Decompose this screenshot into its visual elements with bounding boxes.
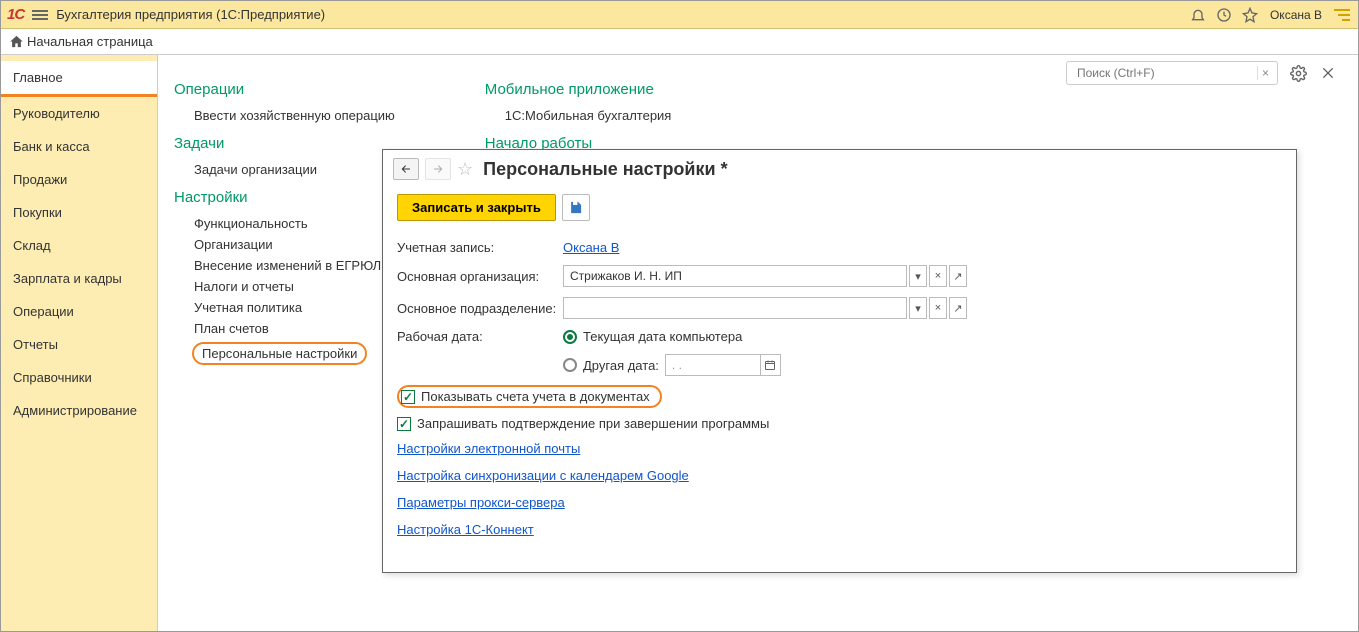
nav-back-button[interactable]: [393, 158, 419, 180]
org-clear-icon[interactable]: ×: [929, 265, 947, 287]
label-dept: Основное подразделение:: [397, 301, 563, 316]
sidebar-item-bank[interactable]: Банк и касса: [1, 130, 157, 163]
link-google-sync[interactable]: Настройка синхронизации с календарем Goo…: [397, 462, 1282, 489]
org-dropdown-icon[interactable]: ▾: [909, 265, 927, 287]
collapse-menu-icon[interactable]: [1332, 5, 1352, 25]
dept-dropdown-icon[interactable]: ▾: [909, 297, 927, 319]
personal-settings-dialog: ☆ Персональные настройки * Записать и за…: [382, 149, 1297, 573]
org-actions: ▾ × ↗: [909, 265, 967, 287]
dialog-button-row: Записать и закрыть: [397, 194, 1282, 221]
link-1c-connect[interactable]: Настройка 1С-Коннект: [397, 516, 1282, 543]
dialog-toolbar: ☆ Персональные настройки *: [383, 150, 1296, 184]
dept-open-icon[interactable]: ↗: [949, 297, 967, 319]
search-input[interactable]: [1075, 65, 1257, 81]
radio-other-date[interactable]: [563, 358, 577, 372]
label-show-accounts: Показывать счета учета в документах: [421, 389, 650, 404]
link-functionality[interactable]: Функциональность: [174, 216, 395, 237]
sidebar-item-reports[interactable]: Отчеты: [1, 328, 157, 361]
dialog-title: Персональные настройки *: [479, 159, 727, 180]
sidebar: Главное Руководителю Банк и касса Продаж…: [1, 55, 158, 631]
favorite-icon[interactable]: ☆: [457, 159, 473, 180]
sidebar-item-main[interactable]: Главное: [1, 61, 157, 97]
search-clear-icon[interactable]: ×: [1257, 66, 1273, 80]
link-egrul[interactable]: Внесение изменений в ЕГРЮЛ: [174, 258, 395, 279]
link-proxy[interactable]: Параметры прокси-сервера: [397, 489, 1282, 516]
label-confirm-exit: Запрашивать подтверждение при завершении…: [417, 416, 769, 431]
home-icon[interactable]: [5, 34, 27, 49]
radio-current-date[interactable]: [563, 330, 577, 344]
sidebar-item-hr[interactable]: Зарплата и кадры: [1, 262, 157, 295]
menu-col-1: Операции Ввести хозяйственную операцию З…: [174, 75, 395, 365]
radio-other-date-label: Другая дата:: [583, 358, 659, 373]
history-icon[interactable]: [1214, 5, 1234, 25]
row-dept: Основное подразделение: ▾ × ↗: [397, 292, 1282, 324]
sidebar-item-manager[interactable]: Руководителю: [1, 97, 157, 130]
other-date-input[interactable]: . .: [665, 354, 761, 376]
app-title: Бухгалтерия предприятия (1С:Предприятие): [56, 7, 325, 22]
link-chart-accounts[interactable]: План счетов: [174, 321, 395, 342]
section-settings[interactable]: Настройки: [174, 189, 395, 206]
row-workdate: Рабочая дата: Текущая дата компьютера: [397, 324, 1282, 349]
label-account: Учетная запись:: [397, 240, 563, 255]
label-org: Основная организация:: [397, 269, 563, 284]
dialog-body: Записать и закрыть Учетная запись: Оксан…: [383, 184, 1296, 553]
dept-actions: ▾ × ↗: [909, 297, 967, 319]
save-button[interactable]: [562, 194, 590, 221]
link-organizations[interactable]: Организации: [174, 237, 395, 258]
sidebar-item-warehouse[interactable]: Склад: [1, 229, 157, 262]
dept-clear-icon[interactable]: ×: [929, 297, 947, 319]
calendar-icon[interactable]: [761, 354, 781, 376]
link-org-tasks[interactable]: Задачи организации: [174, 162, 395, 183]
row-otherdate: Другая дата: . .: [397, 349, 1282, 381]
search-box[interactable]: ×: [1066, 61, 1278, 85]
gear-icon[interactable]: [1288, 63, 1308, 83]
label-workdate: Рабочая дата:: [397, 329, 563, 344]
sidebar-item-admin[interactable]: Администрирование: [1, 394, 157, 427]
section-operations[interactable]: Операции: [174, 81, 395, 98]
close-icon[interactable]: [1318, 63, 1338, 83]
link-personal-settings-highlight: Персональные настройки: [192, 342, 367, 365]
sidebar-item-operations[interactable]: Операции: [1, 295, 157, 328]
breadcrumb: Начальная страница: [1, 29, 1358, 55]
current-user[interactable]: Оксана В: [1266, 8, 1326, 22]
hamburger-icon[interactable]: [30, 5, 50, 25]
sidebar-item-sales[interactable]: Продажи: [1, 163, 157, 196]
section-mobile[interactable]: Мобильное приложение: [485, 81, 672, 98]
account-link[interactable]: Оксана В: [563, 240, 619, 255]
checkbox-confirm-exit[interactable]: [397, 417, 411, 431]
org-value: Стрижаков И. Н. ИП: [570, 269, 682, 283]
breadcrumb-home[interactable]: Начальная страница: [27, 34, 159, 49]
sidebar-item-purchases[interactable]: Покупки: [1, 196, 157, 229]
org-open-icon[interactable]: ↗: [949, 265, 967, 287]
bell-icon[interactable]: [1188, 5, 1208, 25]
star-icon[interactable]: [1240, 5, 1260, 25]
row-org: Основная организация: Стрижаков И. Н. ИП…: [397, 260, 1282, 292]
row-show-accounts: Показывать счета учета в документах: [397, 381, 1282, 412]
link-taxes[interactable]: Налоги и отчеты: [174, 279, 395, 300]
save-and-close-button[interactable]: Записать и закрыть: [397, 194, 556, 221]
radio-current-date-label: Текущая дата компьютера: [583, 329, 742, 344]
link-personal-settings[interactable]: Персональные настройки: [202, 346, 357, 361]
nav-forward-button[interactable]: [425, 158, 451, 180]
top-controls: ×: [1066, 61, 1338, 85]
checkbox-show-accounts[interactable]: [401, 390, 415, 404]
link-mobile-accounting[interactable]: 1С:Мобильная бухгалтерия: [485, 108, 672, 129]
link-enter-operation[interactable]: Ввести хозяйственную операцию: [174, 108, 395, 129]
app-logo-icon: 1C: [7, 6, 24, 23]
titlebar: 1C Бухгалтерия предприятия (1С:Предприят…: [1, 1, 1358, 29]
highlight-show-accounts: Показывать счета учета в документах: [397, 385, 662, 408]
org-select[interactable]: Стрижаков И. Н. ИП: [563, 265, 907, 287]
link-email-settings[interactable]: Настройки электронной почты: [397, 435, 1282, 462]
sidebar-item-refs[interactable]: Справочники: [1, 361, 157, 394]
section-tasks[interactable]: Задачи: [174, 135, 395, 152]
row-confirm-exit: Запрашивать подтверждение при завершении…: [397, 412, 1282, 435]
link-accounting-policy[interactable]: Учетная политика: [174, 300, 395, 321]
dept-select[interactable]: [563, 297, 907, 319]
row-account: Учетная запись: Оксана В: [397, 235, 1282, 260]
